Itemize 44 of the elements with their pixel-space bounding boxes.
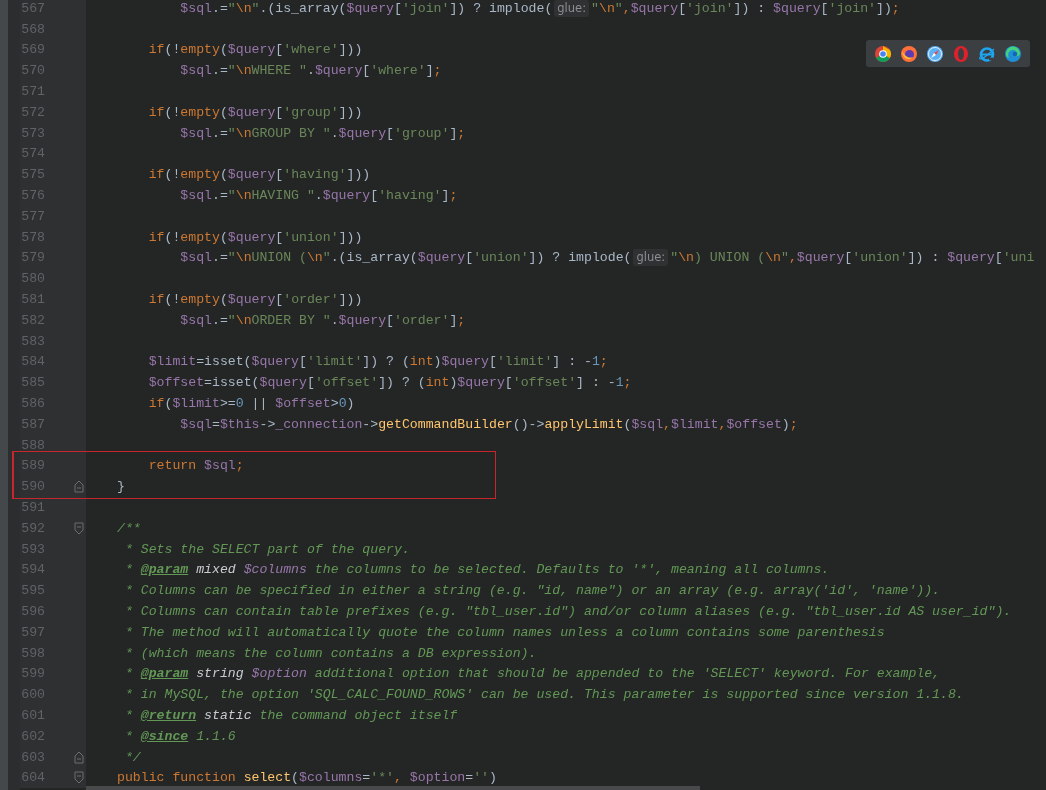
fold-icon[interactable] bbox=[74, 480, 84, 494]
scrollbar-thumb[interactable] bbox=[86, 786, 700, 790]
code-text: if(!empty($query['having'])) bbox=[147, 167, 371, 183]
code-text: if(!empty($query['group'])) bbox=[147, 104, 363, 120]
code-text: if(!empty($query['union'])) bbox=[147, 229, 363, 245]
code-text: * @return static the command object itself bbox=[123, 708, 458, 723]
code-text: /** bbox=[117, 520, 141, 536]
code-text: * Columns can be specified in either a string (e.g. "id, name") or an array (e.g. array('id', 'name')). bbox=[123, 583, 941, 599]
code-text: $offset=isset($query['offset']) ? (int)$query['offset'] : -1; bbox=[147, 375, 632, 391]
code-text: * The method will automatically quote the column names unless a column contains some parenthesis bbox=[123, 624, 885, 640]
code-text: } bbox=[117, 479, 125, 495]
browser-icon[interactable] bbox=[978, 44, 996, 63]
fold-icon[interactable] bbox=[74, 771, 84, 785]
browser-icon[interactable] bbox=[900, 44, 918, 63]
code-text: "\n) UNION (\n",$query['union']) : $query['uni bbox=[670, 250, 1035, 266]
code-text: $sql.="\nWHERE ".$query['where']; bbox=[179, 63, 442, 79]
parameter-hint: glue: bbox=[633, 249, 669, 267]
code-text: * Sets the SELECT part of the query. bbox=[123, 541, 410, 557]
code-text: if(!empty($query['order'])) bbox=[147, 292, 363, 308]
code-text: $sql.="\nORDER BY ".$query['order']; bbox=[179, 312, 466, 328]
code-text: if($limit>=0 || $offset>0) bbox=[147, 396, 355, 412]
browser-icon[interactable] bbox=[926, 44, 944, 63]
code-text: * Columns can contain table prefixes (e.g. "tbl_user.id") and/or column aliases (e.g. "tbl_user.id AS user_id"). bbox=[123, 604, 1012, 619]
code-text: $limit=isset($query['limit']) ? (int)$query['limit'] : -1; bbox=[147, 354, 608, 370]
code-text: $sql=$this->_connection->getCommandBuilder()->applyLimit($sql,$limit,$offset); bbox=[179, 416, 798, 432]
code-text: $sql.="\nGROUP BY ".$query['group']; bbox=[179, 125, 466, 141]
fold-icon[interactable] bbox=[74, 521, 84, 535]
code-text: $sql.="\nHAVING ".$query['having']; bbox=[179, 188, 458, 204]
fold-icon[interactable] bbox=[74, 750, 84, 764]
code-text: return $sql; bbox=[147, 458, 244, 474]
code-text: * in MySQL, the option 'SQL_CALC_FOUND_ROWS' can be used. This parameter is supported since version 1.1.8. bbox=[123, 687, 964, 703]
code-text: public function select($columns='*', $option='') bbox=[117, 770, 497, 786]
browser-icon[interactable] bbox=[1004, 44, 1022, 63]
code-text: $sql.="\n".(is_array($query['join']) ? implode( bbox=[179, 0, 553, 16]
code-text: $sql.="\nUNION (\n".(is_array($query['union']) ? implode( bbox=[179, 250, 632, 266]
code-text: * @param string $option additional option that should be appended to the 'SELECT' keyword. For example, bbox=[123, 666, 941, 682]
code-text: */ bbox=[123, 749, 141, 765]
parameter-hint: glue: bbox=[554, 0, 590, 17]
browser-icon[interactable] bbox=[874, 44, 892, 63]
code-text: * @since 1.1.6 bbox=[123, 728, 236, 744]
code-text: * @param mixed $columns the columns to be selected. Defaults to '*', meaning all columns. bbox=[123, 562, 830, 578]
code-text: if(!empty($query['where'])) bbox=[147, 42, 363, 58]
code-text: * (which means the column contains a DB expression). bbox=[123, 645, 537, 661]
code-text: "\n",$query['join']) : $query['join']); bbox=[591, 0, 900, 16]
